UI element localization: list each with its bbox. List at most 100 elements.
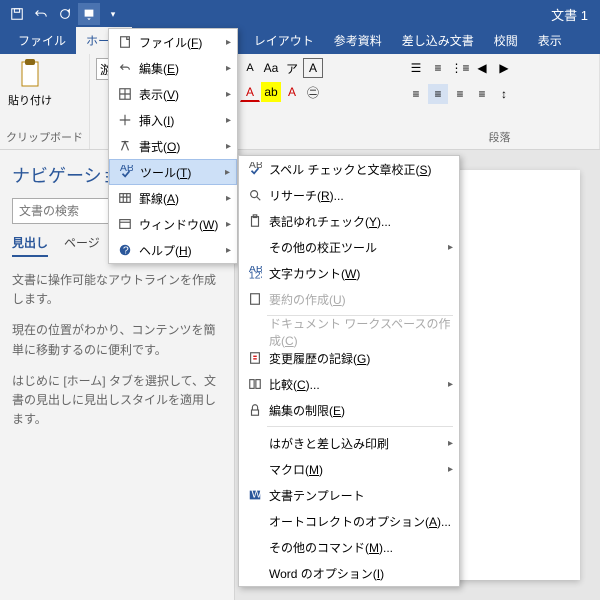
repeat-icon[interactable] <box>54 3 76 25</box>
check-icon: ABC <box>116 165 136 179</box>
nav-help-2: 現在の位置がわかり、コンテンツを簡単に移動するのに便利です。 <box>12 321 222 359</box>
char-shading-icon[interactable]: A <box>282 82 302 102</box>
menu-item-label: 編集の制限(E) <box>265 402 453 419</box>
track-icon <box>245 351 265 365</box>
nav-help-3: はじめに [ホーム] タブを選択して、文書の見出しに見出しスタイルを適用します。 <box>12 372 222 430</box>
insert-icon <box>115 113 135 127</box>
submenu-arrow-icon: ▸ <box>448 379 453 390</box>
menu-item-label: ヘルプ(H) <box>135 242 226 259</box>
customize-dropdown-icon[interactable] <box>78 3 100 25</box>
line-spacing-icon[interactable]: ↕ <box>494 84 514 104</box>
menu-item[interactable]: Word のオプション(I) <box>239 560 459 586</box>
align-left-icon[interactable]: ≡ <box>406 84 426 104</box>
menu-item-label: 文書テンプレート <box>265 487 453 504</box>
menu-item[interactable]: 挿入(I)▸ <box>109 107 237 133</box>
format-icon <box>115 139 135 153</box>
align-right-icon[interactable]: ≡ <box>450 84 470 104</box>
multilevel-icon[interactable]: ⋮≡ <box>450 58 470 78</box>
menu-item-label: オートコレクトのオプション(A)... <box>265 513 453 530</box>
font-grow-icon[interactable]: A <box>240 58 260 78</box>
menu-item[interactable]: その他のコマンド(M)... <box>239 534 459 560</box>
menu-item-label: ウィンドウ(W) <box>135 216 226 233</box>
menu-item[interactable]: 編集の制限(E) <box>239 397 459 423</box>
bullets-icon[interactable]: ☰ <box>406 58 426 78</box>
submenu-arrow-icon: ▸ <box>226 63 231 74</box>
font-color-icon[interactable]: A <box>240 82 260 102</box>
menu-item[interactable]: 比較(C)...▸ <box>239 371 459 397</box>
menu-item[interactable]: ウィンドウ(W)▸ <box>109 211 237 237</box>
paste-label[interactable]: 貼り付け <box>8 92 52 108</box>
ruby-icon[interactable]: ア <box>282 58 302 78</box>
search-icon <box>245 188 265 202</box>
tab-参考資料[interactable]: 参考資料 <box>324 27 392 54</box>
undo-icon[interactable] <box>30 3 52 25</box>
menu-item[interactable]: W文書テンプレート <box>239 482 459 508</box>
menu-item: 要約の作成(U) <box>239 286 459 312</box>
menu-item-label: 罫線(A) <box>135 190 226 207</box>
font-buttons-row: A Aa ア A <box>240 58 323 78</box>
nav-tab-見出し[interactable]: 見出し <box>12 234 48 257</box>
justify-icon[interactable]: ≡ <box>472 84 492 104</box>
compare-icon <box>245 377 265 391</box>
menu-item[interactable]: ファイル(F)▸ <box>109 29 237 55</box>
numbering-icon[interactable]: ≡ <box>428 58 448 78</box>
menu-item-label: その他のコマンド(M)... <box>265 539 453 556</box>
menu-item[interactable]: ABCスペル チェックと文章校正(S) <box>239 156 459 182</box>
window-icon <box>115 217 135 231</box>
menu-item-label: Word のオプション(I) <box>265 565 453 582</box>
clip-icon <box>245 214 265 228</box>
svg-text:ABC: ABC <box>120 165 133 174</box>
nav-tab-ページ[interactable]: ページ <box>64 234 100 257</box>
more-icon[interactable]: ▾ <box>102 3 124 25</box>
menu-item[interactable]: ABC123文字カウント(W) <box>239 260 459 286</box>
menu-item[interactable]: 書式(O)▸ <box>109 133 237 159</box>
submenu-arrow-icon: ▸ <box>226 115 231 126</box>
menu-item-label: ドキュメント ワークスペースの作成(C) <box>265 315 453 349</box>
menu-item[interactable]: 表記ゆれチェック(Y)... <box>239 208 459 234</box>
svg-text:ABC: ABC <box>249 162 262 171</box>
svg-text:?: ? <box>123 245 129 257</box>
enclose-icon[interactable]: ㊁ <box>303 82 323 102</box>
highlight-icon[interactable]: ab <box>261 82 281 102</box>
font-case-icon[interactable]: Aa <box>261 58 281 78</box>
tab-レイアウト[interactable]: レイアウト <box>244 27 324 54</box>
submenu-arrow-icon: ▸ <box>448 438 453 449</box>
menu-item[interactable]: 罫線(A)▸ <box>109 185 237 211</box>
count-icon: ABC123 <box>245 266 265 280</box>
save-icon[interactable] <box>6 3 28 25</box>
paragraph-group: ☰ ≡ ⋮≡ ◀ ▶ ≡ ≡ ≡ ≡ ↕ 段落 <box>400 54 600 149</box>
menu-item[interactable]: マクロ(M)▸ <box>239 456 459 482</box>
tab-ファイル[interactable]: ファイル <box>8 27 76 54</box>
menu-item[interactable]: ?ヘルプ(H)▸ <box>109 237 237 263</box>
indent-inc-icon[interactable]: ▶ <box>494 58 514 78</box>
titlebar: ▾ 文書 1 <box>0 0 600 28</box>
menu-item[interactable]: 変更履歴の記録(G) <box>239 345 459 371</box>
menu-item-label: 挿入(I) <box>135 112 226 129</box>
submenu-arrow-icon: ▸ <box>226 141 231 152</box>
align-center-icon[interactable]: ≡ <box>428 84 448 104</box>
menu-item[interactable]: 表示(V)▸ <box>109 81 237 107</box>
menu-item[interactable]: 編集(E)▸ <box>109 55 237 81</box>
border-char-icon[interactable]: A <box>303 58 323 78</box>
menu-item-label: リサーチ(R)... <box>265 187 453 204</box>
tools-submenu: ABCスペル チェックと文章校正(S) リサーチ(R)... 表記ゆれチェック(Y)… <box>238 155 460 587</box>
menu-item[interactable]: その他の校正ツール▸ <box>239 234 459 260</box>
ribbon-tabs: ファイルホーム挿入デザインレイアウト参考資料差し込み文書校閲表示 <box>0 28 600 54</box>
tab-表示[interactable]: 表示 <box>528 27 572 54</box>
menu-item-label: 表示(V) <box>135 86 226 103</box>
submenu-arrow-icon: ▸ <box>448 464 453 475</box>
quick-access-toolbar: ▾ <box>6 3 124 25</box>
tab-校閲[interactable]: 校閲 <box>484 27 528 54</box>
paste-icon[interactable] <box>16 58 44 90</box>
indent-dec-icon[interactable]: ◀ <box>472 58 492 78</box>
menu-item[interactable]: はがきと差し込み印刷▸ <box>239 430 459 456</box>
word-icon: W <box>245 488 265 502</box>
menu-item[interactable]: リサーチ(R)... <box>239 182 459 208</box>
menu-item[interactable]: オートコレクトのオプション(A)... <box>239 508 459 534</box>
menu-item-label: スペル チェックと文章校正(S) <box>265 161 453 178</box>
help-icon: ? <box>115 243 135 257</box>
menu-item-label: その他の校正ツール <box>265 239 448 256</box>
menu-item[interactable]: ABCツール(T)▸ <box>109 159 237 185</box>
tab-差し込み文書[interactable]: 差し込み文書 <box>392 27 484 54</box>
submenu-arrow-icon: ▸ <box>448 242 453 253</box>
